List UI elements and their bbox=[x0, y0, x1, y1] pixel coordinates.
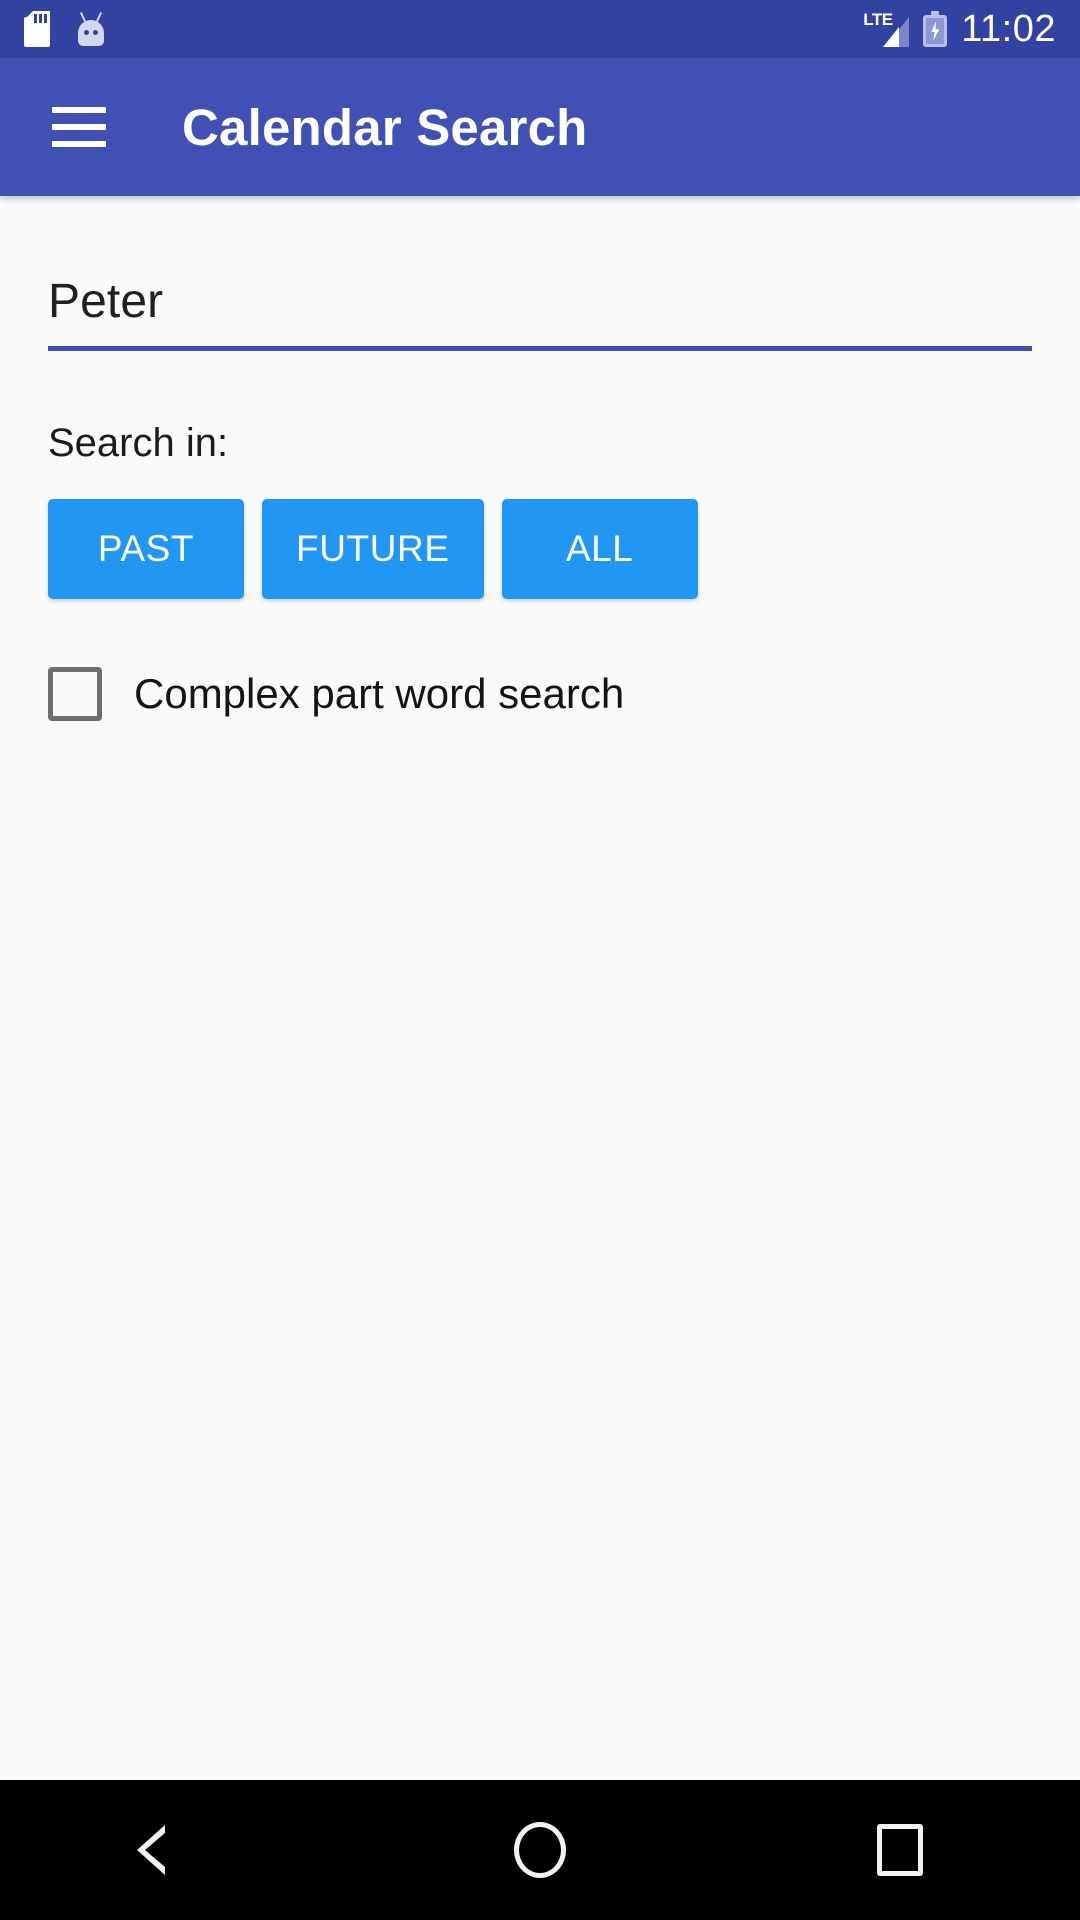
search-field[interactable]: Peter bbox=[48, 274, 1032, 351]
scope-button-past[interactable]: PAST bbox=[48, 499, 244, 599]
android-bug-icon bbox=[76, 12, 106, 46]
complex-search-checkbox-row[interactable]: Complex part word search bbox=[48, 667, 1032, 721]
search-scope-button-group: PAST FUTURE ALL bbox=[48, 499, 1032, 599]
battery-charging-icon bbox=[923, 11, 948, 47]
scope-button-all[interactable]: ALL bbox=[501, 499, 698, 599]
app-bar: Calendar Search bbox=[0, 58, 1080, 196]
lte-signal-icon: LTE bbox=[863, 11, 910, 47]
search-scope-label: Search in: bbox=[48, 421, 229, 465]
phone-screen: LTE 11:02 Calendar Search Peter Search i… bbox=[0, 0, 1080, 1920]
search-input-underline bbox=[48, 346, 1032, 351]
page-title: Calendar Search bbox=[182, 98, 588, 156]
main-content: Peter Search in: PAST FUTURE ALL Complex… bbox=[0, 196, 1080, 1780]
status-bar-left-icons bbox=[24, 11, 106, 47]
home-circle-icon bbox=[514, 1822, 566, 1878]
nav-recents-button[interactable] bbox=[800, 1780, 1000, 1920]
status-bar-right-icons: LTE 11:02 bbox=[863, 10, 1056, 48]
recents-square-icon bbox=[877, 1824, 923, 1876]
scope-button-future[interactable]: FUTURE bbox=[262, 499, 484, 599]
status-bar: LTE 11:02 bbox=[0, 0, 1080, 58]
back-triangle-icon bbox=[137, 1823, 195, 1877]
sd-card-icon bbox=[24, 11, 50, 47]
complex-search-checkbox[interactable] bbox=[48, 667, 102, 721]
android-navigation-bar bbox=[0, 1780, 1080, 1920]
search-input[interactable]: Peter bbox=[48, 274, 1032, 332]
complex-search-label: Complex part word search bbox=[134, 670, 625, 717]
hamburger-menu-icon[interactable] bbox=[52, 107, 106, 147]
nav-back-button[interactable] bbox=[80, 1780, 280, 1920]
nav-home-button[interactable] bbox=[440, 1780, 640, 1920]
status-bar-clock: 11:02 bbox=[961, 8, 1056, 50]
